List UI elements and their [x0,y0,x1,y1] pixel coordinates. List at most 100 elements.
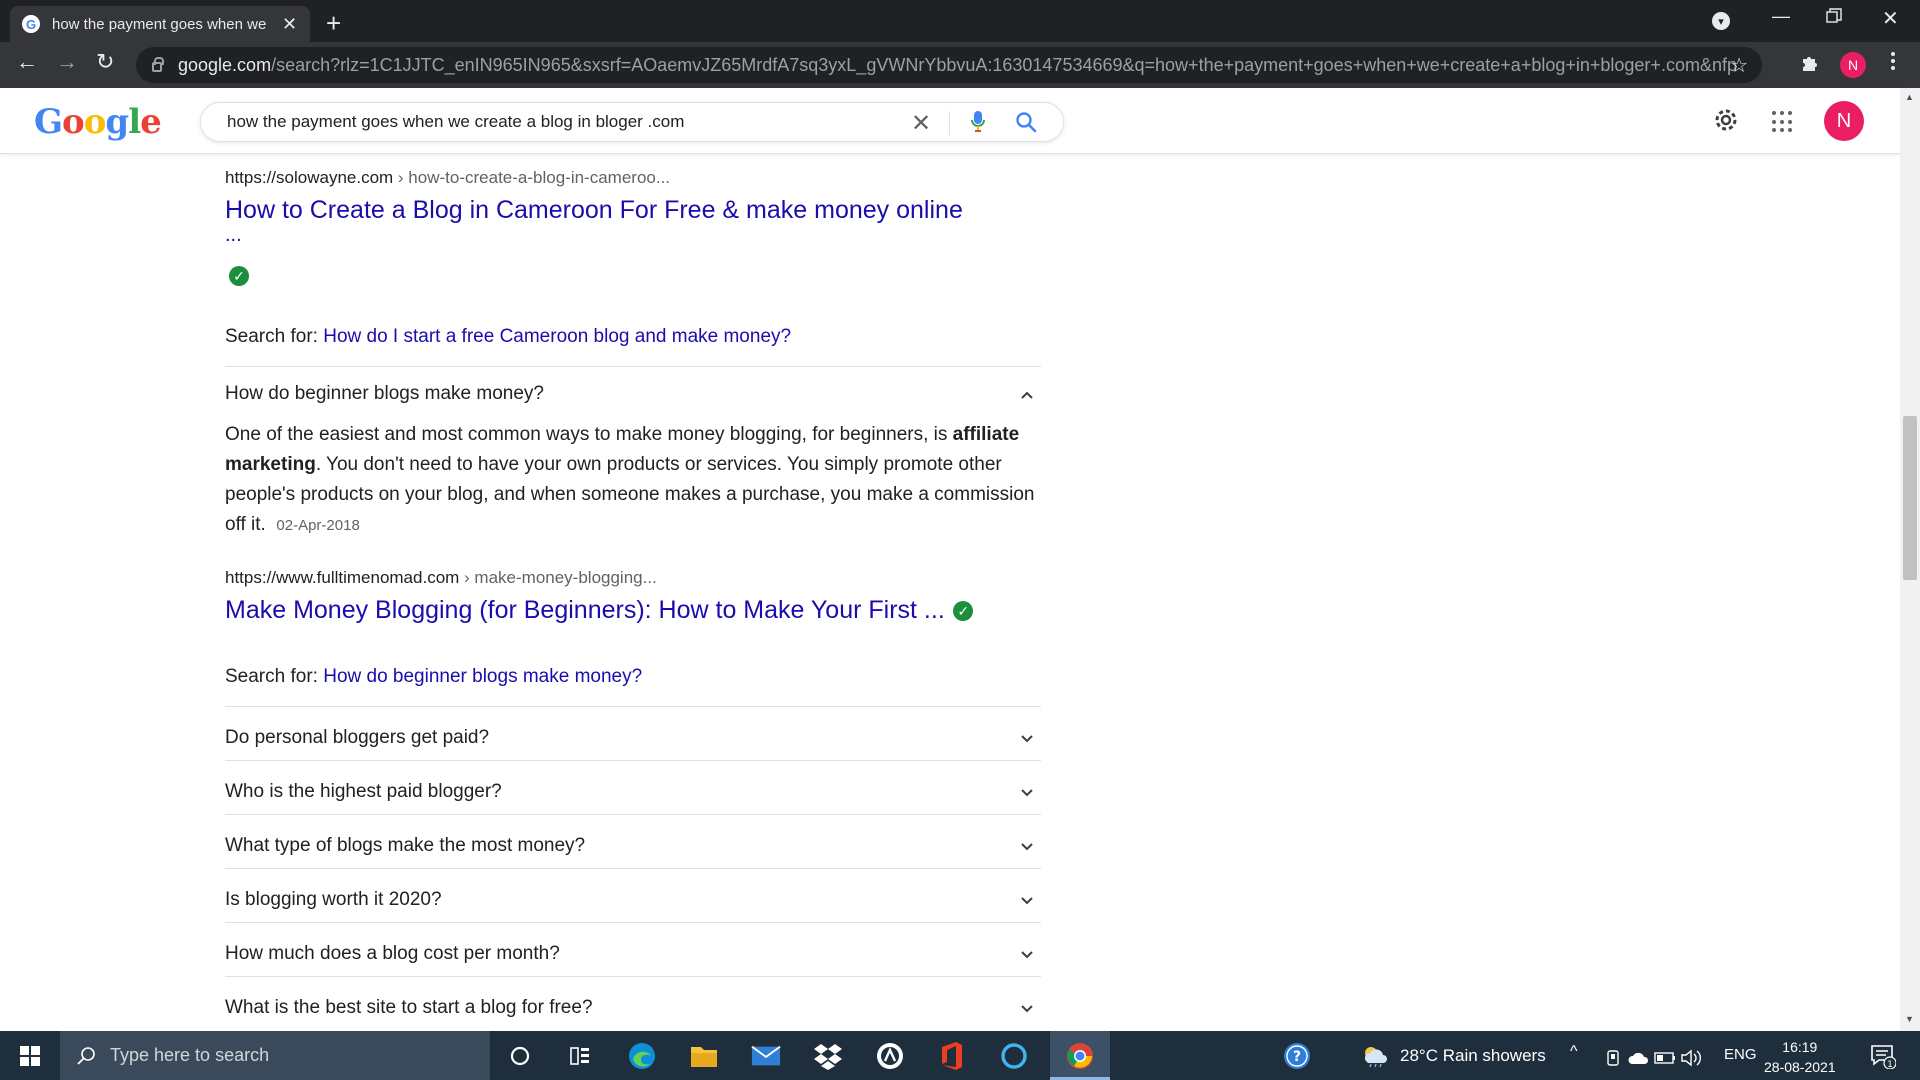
result-title-ellipsis[interactable]: ... [225,225,1041,245]
scroll-up-arrow-icon[interactable]: ▲ [1905,92,1914,102]
taskbar-search-box[interactable]: Type here to search [60,1031,490,1080]
lock-icon [152,57,164,72]
task-view-icon[interactable] [565,1041,595,1071]
search-input[interactable] [227,112,907,132]
url-text[interactable]: google.com/search?rlz=1C1JJTC_enIN965IN9… [178,55,1738,76]
settings-gear-icon[interactable] [1712,106,1740,141]
notification-count: 1 [1887,1060,1893,1069]
answer-date: 02-Apr-2018 [276,517,360,534]
chrome-profile-avatar[interactable]: N [1840,52,1866,78]
chevron-down-icon [1021,735,1033,743]
google-doodle-logo[interactable]: Google [34,102,162,142]
faq-question[interactable]: How much does a blog cost per month? [225,922,1041,976]
result-title[interactable]: How to Create a Blog in Cameroon For Fre… [225,194,1041,226]
edge-browser-icon[interactable] [627,1041,657,1071]
faq-question-expanded[interactable]: How do beginner blogs make money? [225,366,1041,420]
faq-question[interactable]: Who is the highest paid blogger? [225,760,1041,814]
search-for-label: Search for: [225,666,324,687]
language-indicator[interactable]: ENG [1724,1046,1757,1063]
chrome-menu-icon[interactable] [1890,50,1898,72]
weather-text[interactable]: 28°C Rain showers [1400,1046,1546,1066]
search-for-label: Search for: [225,326,324,347]
taskbar-search-icon [77,1046,95,1065]
close-window-icon[interactable]: ✕ [1882,6,1899,31]
mail-icon[interactable] [751,1041,781,1071]
faq-question[interactable]: Is blogging worth it 2020? [225,868,1041,922]
search-for-link[interactable]: How do I start a free Cameroon blog and … [323,326,791,347]
volume-icon[interactable] [1676,1043,1706,1073]
chevron-down-icon [1021,789,1033,797]
faq-question[interactable]: What type of blogs make the most money? [225,814,1041,868]
file-explorer-icon[interactable] [689,1041,719,1071]
chevron-down-icon [1021,897,1033,905]
page-scrollbar-thumb[interactable] [1903,416,1917,580]
faq-question[interactable]: Do personal bloggers get paid? [225,706,1041,760]
search-submit-icon[interactable] [1015,111,1037,138]
taskbar-search-placeholder: Type here to search [110,1045,270,1065]
logo-letter: o [62,102,85,142]
help-question-icon[interactable]: ? [1282,1041,1312,1071]
google-header: Google ✕ N [0,88,1900,154]
chrome-icon[interactable] [1065,1041,1095,1071]
result-cite[interactable]: https://www.fulltimenomad.com › make-mon… [225,568,657,588]
faq-question-text: How do beginner blogs make money? [225,383,544,404]
minimize-icon[interactable]: — [1772,6,1790,27]
extensions-puzzle-icon[interactable] [1800,53,1820,79]
url-host: google.com [178,54,272,75]
result-title[interactable]: Make Money Blogging (for Beginners): How… [225,596,945,624]
chevron-down-icon [1021,843,1033,851]
address-bar[interactable]: google.com/search?rlz=1C1JJTC_enIN965IN9… [136,47,1762,83]
browser-toolbar: ← → ↻ google.com/search?rlz=1C1JJTC_enIN… [0,42,1920,88]
logo-letter: g [105,102,129,142]
search-for-row: Search for: How do beginner blogs make m… [225,666,642,688]
faq-answer: One of the easiest and most common ways … [225,420,1041,541]
browser-tab-strip: G how the payment goes when we create a … [0,0,1920,42]
scroll-down-arrow-icon[interactable]: ▼ [1905,1014,1914,1024]
browser-tab[interactable]: G how the payment goes when we create a … [10,6,310,42]
search-divider [949,111,950,135]
dropbox-icon[interactable] [813,1041,843,1071]
windows-start-icon[interactable] [20,1046,40,1066]
clear-search-icon[interactable]: ✕ [911,109,931,138]
faq-question-text: Do personal bloggers get paid? [225,727,490,748]
google-favicon-icon: G [22,15,40,33]
account-avatar[interactable]: N [1824,101,1864,141]
result-cite[interactable]: https://solowayne.com › how-to-create-a-… [225,168,670,188]
reload-icon[interactable]: ↻ [96,49,114,75]
new-tab-icon[interactable]: + [326,8,341,39]
cortana-icon[interactable] [505,1041,535,1071]
clock-date: 28-08-2021 [1764,1059,1836,1075]
bookmark-star-icon[interactable]: ☆ [1730,53,1748,78]
faq-question-text: What type of blogs make the most money? [225,835,586,856]
cite-host: https://www.fulltimenomad.com [225,568,460,587]
result-title-link[interactable]: Make Money Blogging (for Beginners): How… [225,594,974,626]
notification-center-icon[interactable]: 1 [1868,1041,1898,1071]
faq-question[interactable]: What is the best site to start a blog fo… [225,976,1041,1030]
forward-icon[interactable]: → [56,49,78,75]
faq-question-text: Who is the highest paid blogger? [225,781,502,802]
cite-path: › how-to-create-a-blog-in-cameroo... [393,168,671,187]
result-title-link[interactable]: How to Create a Blog in Cameroon For Fre… [225,194,1041,245]
restore-icon[interactable] [1826,8,1842,29]
faq-question-text: Is blogging worth it 2020? [225,889,442,910]
tab-close-icon[interactable]: ✕ [282,14,297,35]
back-icon[interactable]: ← [16,49,38,75]
logo-letter: o [83,102,107,142]
verified-check-icon: ✓ [229,266,249,286]
tab-search-icon[interactable]: ▾ [1712,12,1730,30]
url-path: /search?rlz=1C1JJTC_enIN965IN965&sxsrf=A… [271,54,1738,75]
google-apps-grid-icon[interactable] [1772,111,1794,133]
tray-chevron-up-icon[interactable]: ^ [1570,1043,1578,1061]
answer-text: One of the easiest and most common ways … [225,424,953,445]
app-circle-icon[interactable] [875,1041,905,1071]
cortana-ring-icon[interactable] [999,1041,1029,1071]
logo-letter: G [34,102,63,142]
taskbar-clock[interactable]: 16:19 28-08-2021 [1764,1037,1836,1077]
cite-path: › make-money-blogging... [459,568,657,587]
weather-cloud-rain-icon[interactable] [1360,1041,1390,1071]
verified-check-icon: ✓ [953,600,974,621]
chevron-up-icon [1021,391,1033,399]
office-icon[interactable] [937,1041,967,1071]
search-for-link[interactable]: How do beginner blogs make money? [323,666,642,687]
voice-search-mic-icon[interactable] [971,111,985,132]
